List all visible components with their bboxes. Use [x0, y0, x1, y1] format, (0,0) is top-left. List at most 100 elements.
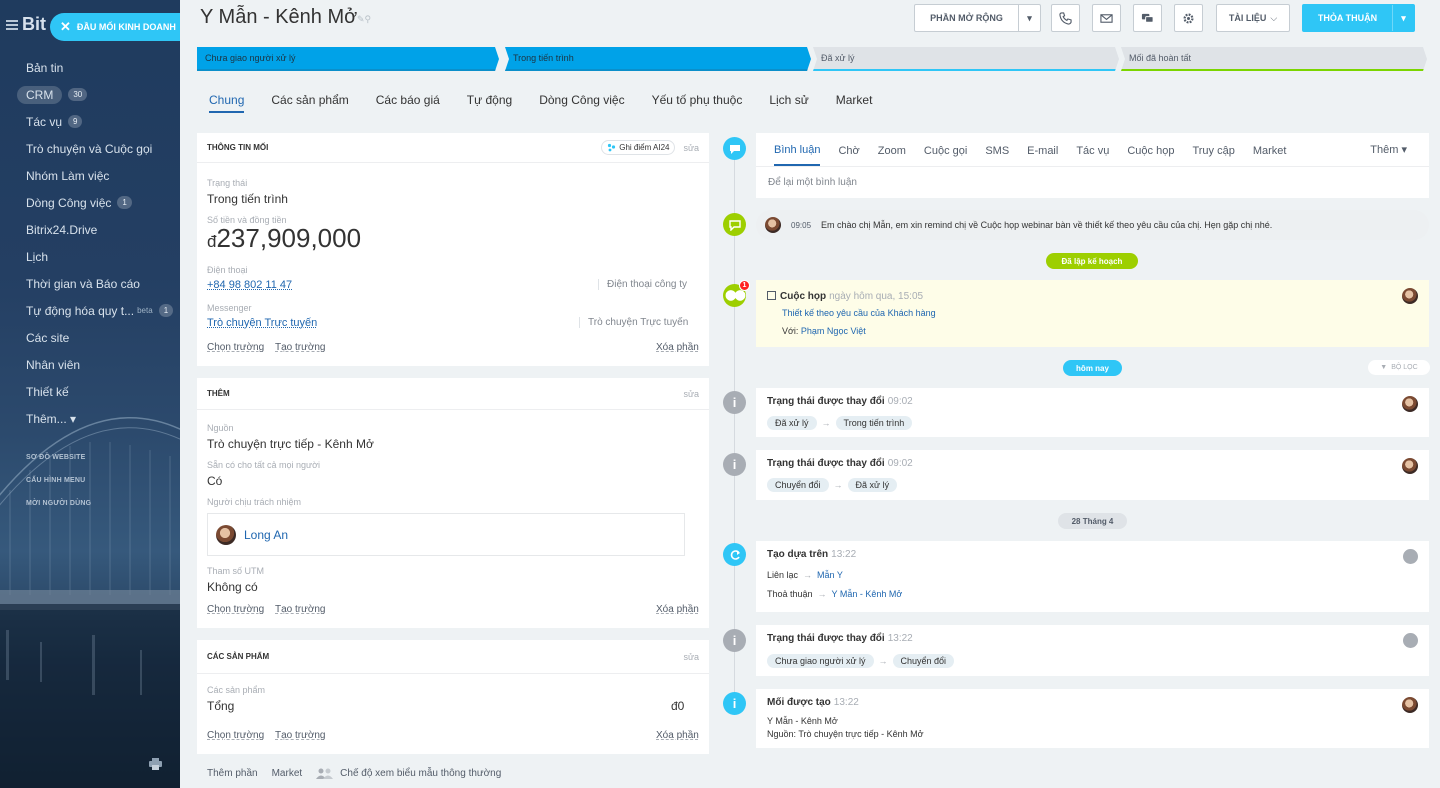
tab-quotes[interactable]: Các báo giá — [376, 93, 440, 113]
tab-more[interactable]: Thêm ▾ — [1370, 143, 1407, 156]
tab-meeting[interactable]: Cuộc họp — [1127, 135, 1174, 165]
sidebar-item-workflows[interactable]: Dòng Công việc 1 — [0, 189, 180, 216]
comment-input[interactable]: Để lại một bình luận — [756, 167, 1429, 198]
sidebar-item-sites[interactable]: Các site — [0, 324, 180, 351]
choose-field-link[interactable]: Chọn trường — [207, 342, 264, 353]
email-button[interactable] — [1092, 4, 1121, 32]
stage-label: Mối đã hoàn tất — [1129, 53, 1192, 63]
activity-tabs: Bình luận Chờ Zoom Cuộc gọi SMS E-mail T… — [756, 133, 1429, 167]
tab-history[interactable]: Lịch sử — [769, 93, 808, 113]
edit-title-icon[interactable]: ✎⚲ — [357, 14, 371, 25]
create-field-link[interactable]: Tạo trường — [275, 604, 326, 615]
arrow-right-icon: → — [821, 418, 831, 428]
products-card: CÁC SẢN PHẨM sửa Các sản phẩm Tổng đ0 Ch… — [197, 640, 709, 754]
sidebar-item-more[interactable]: Thêm... ▾ — [0, 405, 180, 432]
choose-field-link[interactable]: Chọn trường — [207, 604, 264, 615]
sidebar-item-calendar[interactable]: Lịch — [0, 243, 180, 270]
market-link[interactable]: Market — [272, 768, 303, 779]
tab-task[interactable]: Tác vụ — [1076, 135, 1109, 165]
tab-market[interactable]: Market — [836, 93, 873, 113]
tab-sms[interactable]: SMS — [985, 135, 1009, 165]
tab-wait[interactable]: Chờ — [838, 135, 859, 165]
sidebar-item-label: Dòng Công việc — [26, 195, 112, 210]
tab-visit[interactable]: Truy cập — [1192, 135, 1234, 165]
sidebar-item-automation[interactable]: Tự động hóa quy t... beta 1 — [0, 297, 180, 324]
sidebar-link-invite-users[interactable]: MỜI NGƯỜI DÙNG — [0, 492, 180, 515]
sidebar-item-design[interactable]: Thiết kế — [0, 378, 180, 405]
sidebar-item-time-reports[interactable]: Thời gian và Báo cáo — [0, 270, 180, 297]
chevron-down-icon[interactable]: ▾ — [1018, 5, 1040, 31]
deal-close-button[interactable]: ✕ ĐẦU MỐI KINH DOANH — [50, 13, 180, 41]
sidebar-item-workgroups[interactable]: Nhóm Làm việc — [0, 162, 180, 189]
sidebar-item-count: 9 — [68, 115, 83, 128]
tab-email[interactable]: E-mail — [1027, 135, 1058, 165]
deal-link[interactable]: Y Mẫn - Kênh Mở — [832, 589, 903, 599]
sidebar-item-chat[interactable]: Trò chuyện và Cuộc gọi — [0, 135, 180, 162]
stage-completed[interactable]: Mối đã hoàn tất — [1121, 47, 1427, 71]
sidebar-item-feed[interactable]: Bản tin — [0, 54, 180, 81]
sidebar-link-sitemap[interactable]: SƠ ĐỒ WEBSITE — [0, 446, 180, 469]
contact-link[interactable]: Mẫn Y — [817, 570, 843, 580]
edit-link[interactable]: sửa — [683, 143, 699, 153]
responsible-name[interactable]: Long An — [244, 528, 288, 542]
extensions-button[interactable]: PHẦN MỞ RỘNG ▾ — [914, 4, 1041, 32]
open-channel-message[interactable]: 09:05 Em chào chị Mẫn, em xin remind chị… — [756, 210, 1429, 240]
settings-button[interactable] — [1174, 4, 1203, 32]
tab-market[interactable]: Market — [1253, 135, 1287, 165]
responsible-person[interactable]: Long An — [207, 513, 685, 556]
available-label: Sẵn có cho tất cả mọi người — [207, 460, 320, 470]
stage-in-progress[interactable]: Trong tiến trình — [505, 47, 811, 71]
messenger-link[interactable]: Trò chuyện Trực tuyến — [207, 317, 317, 329]
filter-button[interactable]: ▼ BỘ LỌC — [1368, 360, 1430, 375]
sidebar-item-employees[interactable]: Nhân viên — [0, 351, 180, 378]
phone-type: Điện thoại công ty — [598, 279, 687, 290]
sidebar-link-configure-menu[interactable]: CẤU HÌNH MENU — [0, 469, 180, 492]
bitrix-logo[interactable]: Bit — [22, 14, 46, 35]
tab-general[interactable]: Chung — [209, 93, 245, 113]
meeting-subject-link[interactable]: Thiết kế theo yêu cầu của Khách hàng — [782, 308, 936, 318]
sidebar-item-crm[interactable]: CRM 30 — [0, 81, 180, 108]
chat-icon — [723, 213, 746, 236]
delete-section-link[interactable]: Xóa phần — [656, 730, 699, 741]
call-button[interactable] — [1051, 4, 1080, 32]
created-from-event: Tạo dựa trên 13:22 Liên lạc → Mẫn Y Thoả th… — [756, 541, 1429, 612]
deal-close-label: ĐẦU MỐI KINH DOANH — [76, 22, 176, 32]
ai-scoring-button[interactable]: Ghi điểm AI24 — [601, 140, 676, 155]
add-section-link[interactable]: Thêm phần — [207, 768, 258, 779]
participant-link[interactable]: Phạm Ngọc Việt — [801, 326, 866, 336]
total-value: đ0 — [671, 699, 685, 713]
stage-unassigned[interactable]: Chưa giao người xử lý — [197, 47, 499, 71]
standard-view-link[interactable]: Chế độ xem biểu mẫu thông thường — [340, 768, 501, 779]
tab-call[interactable]: Cuộc gọi — [924, 135, 967, 165]
tab-workflows[interactable]: Dòng Công việc — [539, 93, 624, 113]
complete-checkbox[interactable] — [767, 291, 776, 300]
phone-link[interactable]: +84 98 802 11 47 — [207, 279, 292, 291]
meeting-activity[interactable]: Cuộc họp ngày hôm qua, 15:05 Thiết kế the… — [756, 280, 1429, 347]
filter-label: BỘ LỌC — [1391, 364, 1418, 371]
stage-processed[interactable]: Đã xử lý — [813, 47, 1119, 71]
edit-link[interactable]: sửa — [683, 652, 699, 662]
menu-icon[interactable] — [6, 19, 18, 30]
tab-products[interactable]: Các sản phẩm — [271, 93, 348, 113]
create-field-link[interactable]: Tạo trường — [275, 730, 326, 741]
chevron-down-icon[interactable]: ▾ — [1392, 5, 1414, 31]
tab-zoom[interactable]: Zoom — [878, 135, 906, 165]
planned-badge: Đã lập kế hoạch — [1046, 253, 1138, 269]
chat-button[interactable] — [1133, 4, 1162, 32]
status-to: Chuyển đổi — [892, 654, 955, 668]
sidebar-item-drive[interactable]: Bitrix24.Drive — [0, 216, 180, 243]
edit-link[interactable]: sửa — [683, 389, 699, 399]
create-field-link[interactable]: Tạo trường — [275, 342, 326, 353]
meeting-when: ngày hôm qua, 15:05 — [829, 291, 924, 302]
sidebar-item-tasks[interactable]: Tác vụ 9 — [0, 108, 180, 135]
printer-icon[interactable] — [149, 758, 162, 770]
status-label: Trạng thái — [207, 178, 248, 188]
deal-button[interactable]: THỎA THUẬN ▾ — [1302, 4, 1415, 32]
tab-comment[interactable]: Bình luận — [774, 134, 821, 166]
tab-dependencies[interactable]: Yếu tố phụ thuộc — [652, 93, 743, 113]
delete-section-link[interactable]: Xóa phần — [656, 342, 699, 353]
documents-button[interactable]: TÀI LIỆU ⌵ — [1216, 4, 1290, 32]
choose-field-link[interactable]: Chọn trường — [207, 730, 264, 741]
delete-section-link[interactable]: Xóa phần — [656, 604, 699, 615]
tab-automation[interactable]: Tự động — [467, 93, 512, 113]
